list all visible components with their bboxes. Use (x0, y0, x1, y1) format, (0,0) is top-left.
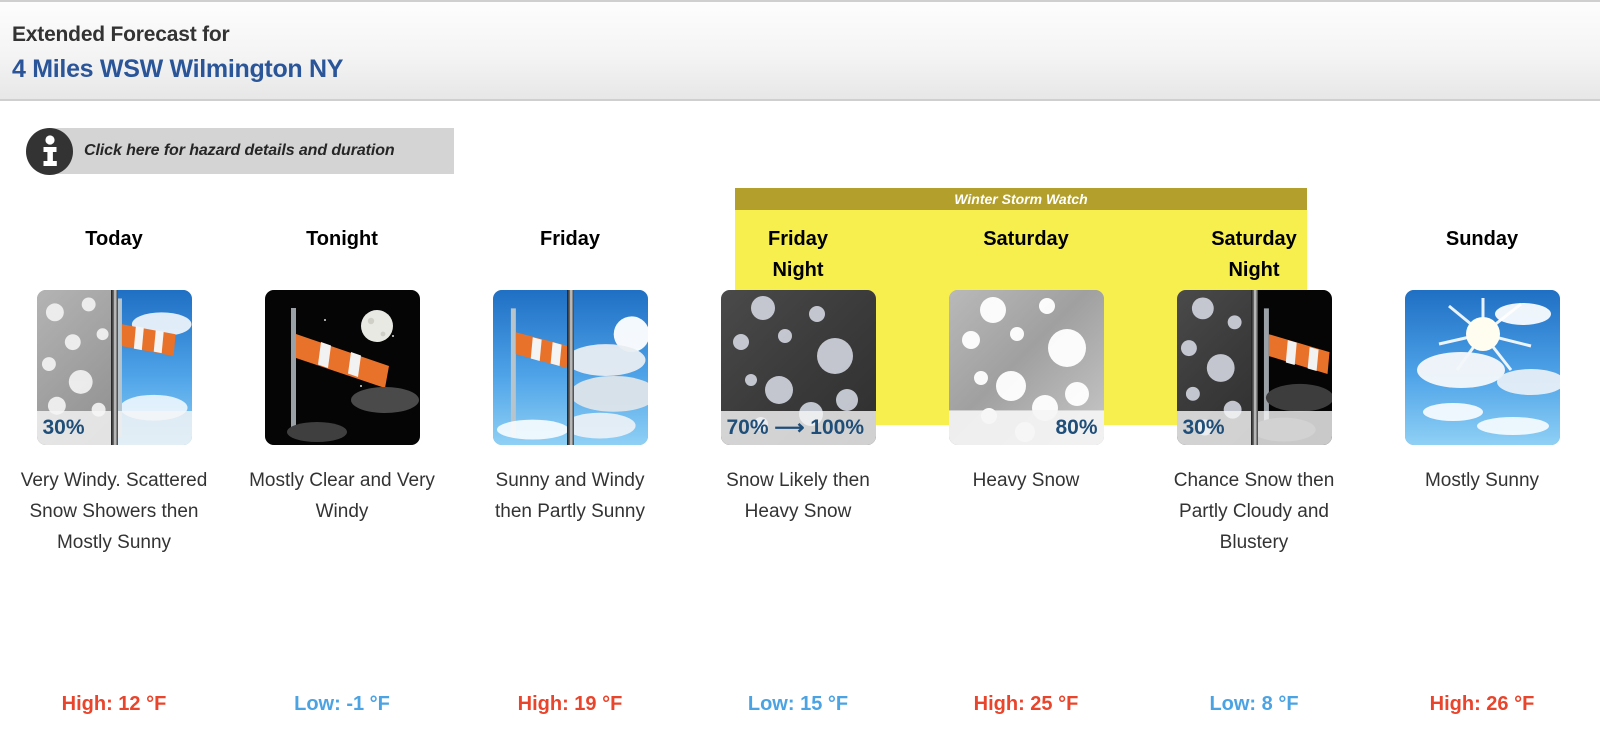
info-icon[interactable] (26, 127, 73, 175)
period-day-label: Saturday Night (1211, 228, 1297, 281)
period-description: Mostly Sunny (1424, 470, 1540, 491)
period-temperature: Low: -1 °F (294, 693, 390, 715)
period-day-label: Friday Night (767, 228, 829, 281)
period-description: Mostly Clear and Very Windy (249, 470, 435, 522)
period-temperature: High: 12 °F (61, 693, 167, 715)
forecast-period-today[interactable]: Today 30% Very Windy. Scattered Snow Sho… (0, 188, 228, 716)
heavy-snow-icon: 80% (948, 290, 1104, 445)
precip-probability: 80% (948, 411, 1104, 445)
forecast-period-saturday[interactable]: Saturday 80% Heavy Snow High: 25 °F (912, 188, 1140, 716)
page-title: Extended Forecast for (12, 23, 230, 46)
windy-partly-sunny-icon (492, 290, 648, 445)
forecast-period-saturday-night[interactable]: Saturday Night 30% Chance Snow then Part… (1140, 188, 1368, 716)
forecast-period-friday-night[interactable]: Friday Night 70% ⟶ 100% Snow Likely then… (684, 188, 912, 716)
hazard-notice-label: Click here for hazard details and durati… (84, 142, 395, 159)
precip-probability: 70% ⟶ 100% (720, 411, 876, 445)
period-day-label: Saturday (983, 228, 1069, 250)
hazard-notice[interactable]: Click here for hazard details and durati… (26, 127, 454, 175)
period-temperature: High: 26 °F (1429, 693, 1535, 715)
period-description: Snow Likely then Heavy Snow (726, 470, 870, 522)
forecast-period-friday[interactable]: Friday Sunny and Windy then Partly Sunny… (456, 188, 684, 716)
forecast-period-tonight[interactable]: Tonight Mostly Clear and Very Windy Low:… (228, 188, 456, 716)
period-day-label: Today (85, 228, 143, 250)
period-temperature: Low: 8 °F (1209, 693, 1299, 715)
forecast-columns: Today 30% Very Windy. Scattered Snow Sho… (0, 188, 1600, 716)
period-description: Very Windy. Scattered Snow Showers then … (20, 470, 208, 553)
period-day-label: Tonight (306, 228, 378, 250)
period-temperature: Low: 15 °F (747, 693, 849, 715)
period-description: Chance Snow then Partly Cloudy and Blust… (1173, 470, 1335, 553)
page-header: Extended Forecast for 4 Miles WSW Wilmin… (0, 0, 1600, 101)
period-description: Sunny and Windy then Partly Sunny (495, 470, 645, 522)
location-name[interactable]: 4 Miles WSW Wilmington NY (12, 52, 1600, 86)
windy-night-icon (264, 290, 420, 445)
period-day-label: Sunday (1445, 228, 1519, 250)
mostly-sunny-icon (1404, 290, 1560, 445)
period-description: Heavy Snow (972, 470, 1080, 491)
period-temperature: High: 19 °F (517, 693, 623, 715)
forecast-period-sunday[interactable]: Sunday Mostly Sunny High: 26 °F (1368, 188, 1596, 716)
snow-windy-night-icon: 30% (1176, 290, 1332, 445)
extended-forecast: Winter Storm Watch Today 30% Very Windy.… (0, 188, 1600, 728)
snow-windy-day-icon: 30% (36, 290, 192, 445)
period-temperature: High: 25 °F (973, 693, 1079, 715)
period-day-label: Friday (539, 228, 601, 250)
snow-night-icon: 70% ⟶ 100% (720, 290, 876, 445)
